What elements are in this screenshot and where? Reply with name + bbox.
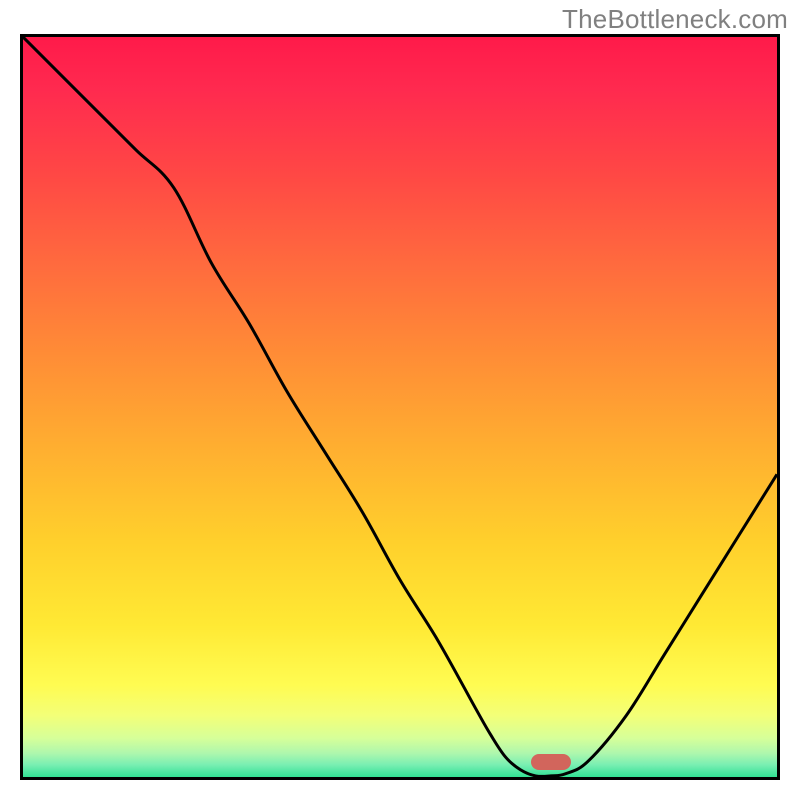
plot-area (20, 34, 780, 780)
chart-container: TheBottleneck.com (0, 0, 800, 800)
bottleneck-curve (23, 37, 777, 780)
watermark-text: TheBottleneck.com (562, 4, 788, 35)
optimal-point-marker (531, 754, 571, 770)
